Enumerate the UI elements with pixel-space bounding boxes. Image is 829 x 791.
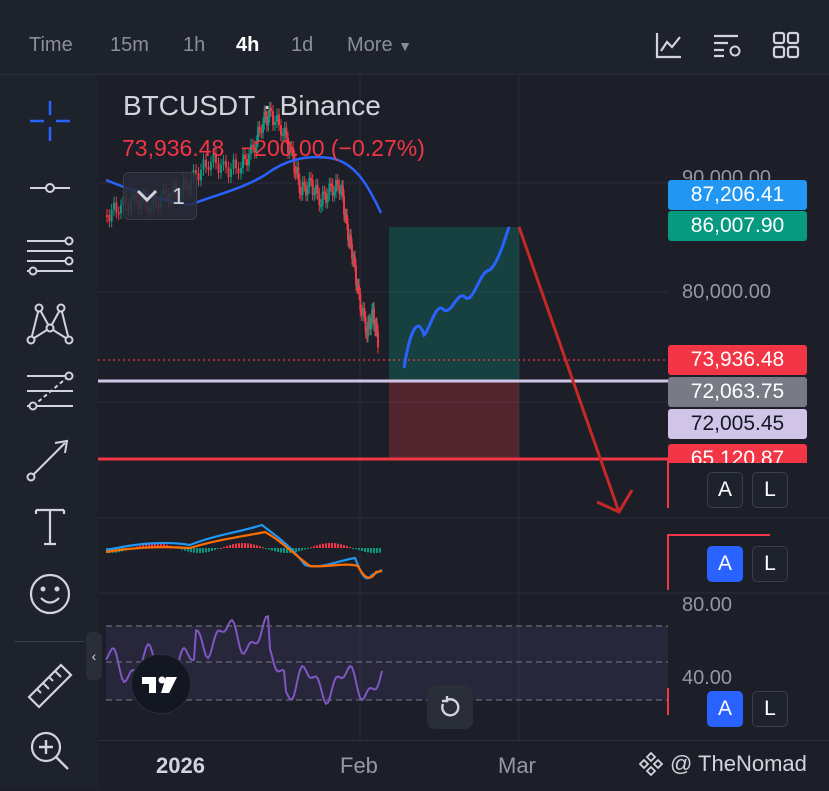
tradingview-logo-icon [142, 676, 177, 693]
time-axis-label: Feb [340, 753, 378, 778]
author-watermark: @ TheNomad [638, 751, 807, 777]
chevron-down-icon [136, 189, 158, 203]
auto-scale-button-rsi[interactable]: A [707, 691, 743, 727]
price-tag-current: 73,936.48 [668, 345, 807, 375]
collapse-panel-handle[interactable]: ‹ [86, 632, 102, 680]
symbol-title[interactable]: BTCUSDT · Binance [123, 90, 381, 122]
rsi-axis-label: 40.00 [682, 667, 733, 689]
last-price: 73,936.48 [122, 135, 225, 161]
auto-scale-button-macd[interactable]: A [707, 546, 743, 582]
legend-collapse-button[interactable]: 1 [123, 172, 197, 220]
long-position-risk-zone[interactable] [389, 381, 519, 459]
reset-chart-button[interactable] [427, 685, 473, 729]
binance-logo-icon [638, 751, 664, 777]
price-tag-ma: 87,206.41 [668, 180, 807, 210]
rsi-pane[interactable] [105, 615, 668, 706]
price-tag-target: 86,007.90 [668, 211, 807, 241]
log-scale-button-rsi[interactable]: L [752, 691, 788, 727]
reset-icon [441, 696, 460, 717]
price-change: −200.00 (−0.27%) [240, 135, 425, 161]
chevron-left-icon: ‹ [91, 648, 97, 664]
auto-scale-button[interactable]: A [707, 472, 743, 508]
log-scale-button-macd[interactable]: L [752, 546, 788, 582]
watermark-text: @ TheNomad [670, 751, 807, 776]
price-tag-stop: 65,120.87 [668, 444, 807, 463]
time-axis-label: 2026 [156, 753, 205, 778]
price-tag-entry: 72,063.75 [668, 377, 807, 407]
macd-pane[interactable] [105, 523, 383, 580]
tradingview-logo [131, 654, 191, 714]
time-axis-label: Mar [498, 753, 536, 778]
hidden-indicators-count: 1 [172, 183, 185, 209]
bearish-arrow-drawing[interactable] [517, 226, 634, 514]
price-tag-support: 72,005.45 [668, 409, 807, 439]
log-scale-button[interactable]: L [752, 472, 788, 508]
rsi-axis-label: 80.00 [682, 594, 733, 616]
price-axis-label: 80,000.00 [682, 281, 771, 303]
symbol-price: 73,936.48 −200.00 (−0.27%) [122, 135, 425, 162]
